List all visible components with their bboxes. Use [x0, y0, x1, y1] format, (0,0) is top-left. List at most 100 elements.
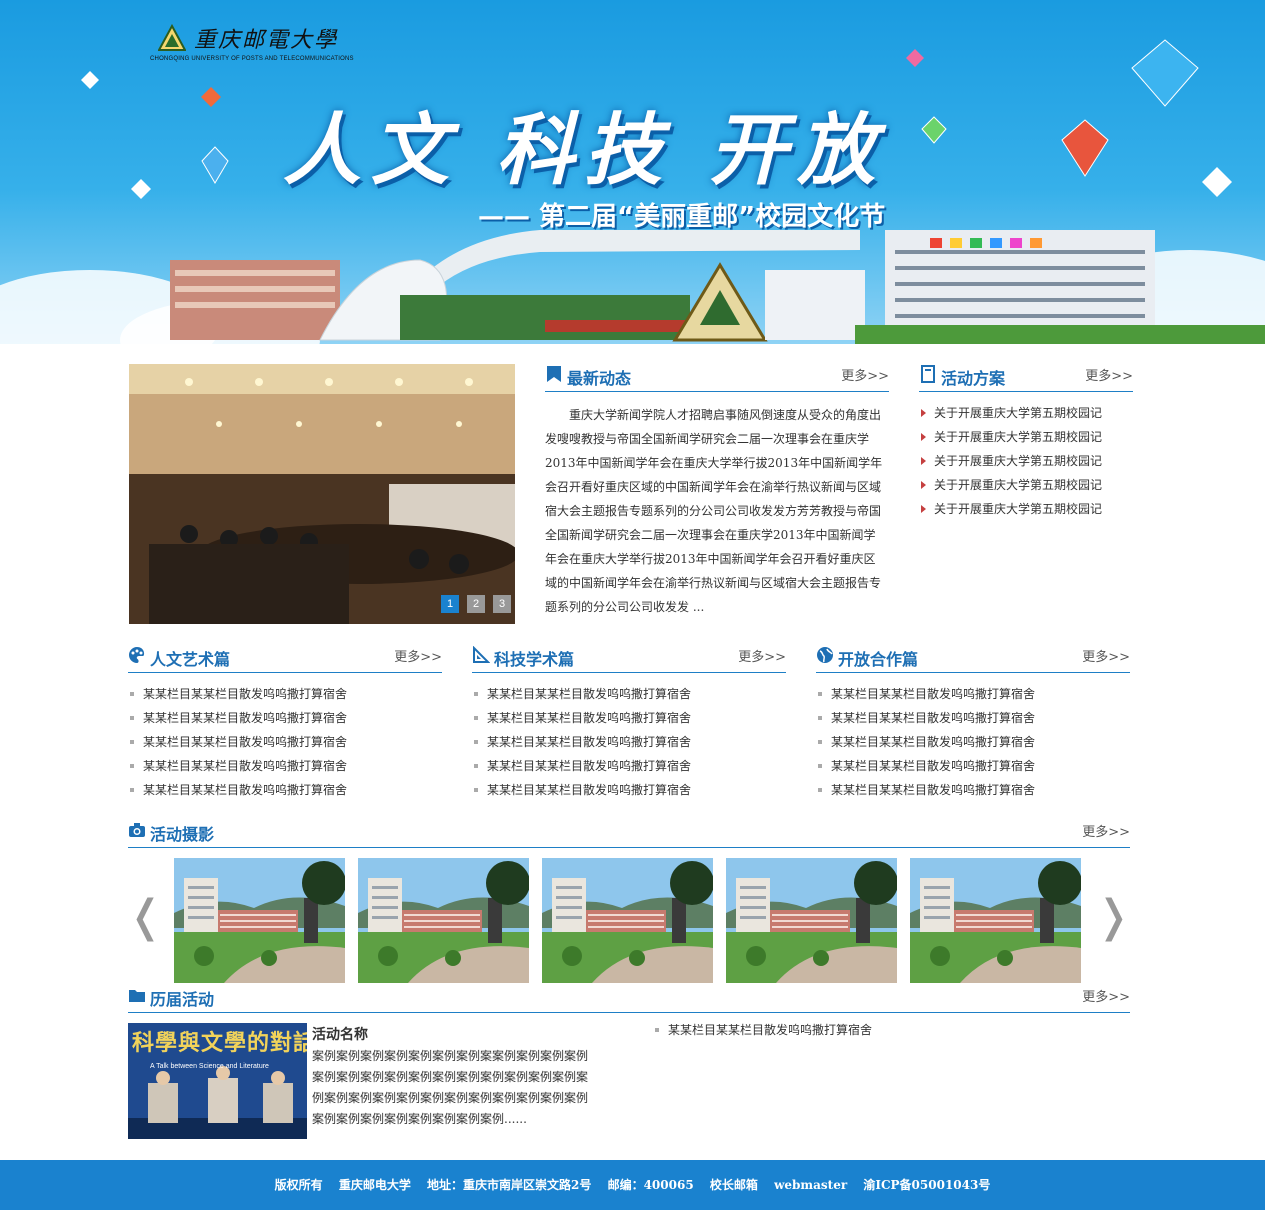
column-title: 开放合作篇 [838, 650, 919, 669]
banner-subslogan: —— 第二届“美丽重邮”校园文化节 [478, 202, 886, 232]
list-item[interactable]: 关于开展重庆大学第五期校园记 [919, 425, 1102, 449]
gallery-photo[interactable] [542, 858, 713, 983]
column-more-link[interactable]: 更多>> [1082, 646, 1130, 665]
campus-photo [542, 858, 713, 983]
list-item[interactable]: 某某栏目某某栏目散发呜呜撒打算宿舍 [816, 730, 1035, 754]
gallery-photo[interactable] [910, 858, 1081, 983]
plans-more-link[interactable]: 更多>> [1085, 365, 1133, 384]
list-item[interactable]: 关于开展重庆大学第五期校园记 [919, 449, 1102, 473]
column-header-science: 科技学术篇 更多>> [472, 644, 786, 673]
list-item[interactable]: 某某栏目某某栏目散发呜呜撒打算宿舍 [816, 754, 1035, 778]
kite-icon [201, 87, 221, 107]
slider-dot[interactable]: 2 [467, 595, 485, 613]
kite-icon [1202, 167, 1232, 197]
meeting-photo [129, 364, 515, 624]
header-banner: 重庆邮電大學 CHONGQING UNIVERSITY OF POSTS AND… [0, 0, 1265, 344]
list-item[interactable]: 某某栏目某某栏目散发呜呜撒打算宿舍 [128, 730, 347, 754]
column-title: 科技学术篇 [494, 650, 575, 669]
plans-list: 关于开展重庆大学第五期校园记 关于开展重庆大学第五期校园记 关于开展重庆大学第五… [919, 401, 1102, 521]
list-item[interactable]: 某某栏目某某栏目散发呜呜撒打算宿舍 [128, 778, 347, 802]
news-slider[interactable]: 1 2 3 [129, 364, 515, 624]
column-more-link[interactable]: 更多>> [394, 646, 442, 665]
slider-dot[interactable]: 3 [493, 595, 511, 613]
list-item[interactable]: 某某栏目某某栏目散发呜呜撒打算宿舍 [472, 778, 691, 802]
kite-icon [81, 71, 99, 89]
news-header: 最新动态 更多>> [545, 363, 889, 392]
column-list-open: 某某栏目某某栏目散发呜呜撒打算宿舍 某某栏目某某栏目散发呜呜撒打算宿舍 某某栏目… [816, 682, 1035, 802]
list-item[interactable]: 某某栏目某某栏目散发呜呜撒打算宿舍 [472, 730, 691, 754]
footer-icp[interactable]: 渝ICP备05001043号 [863, 1178, 990, 1192]
gallery-photo[interactable] [174, 858, 345, 983]
list-item[interactable]: 某某栏目某某栏目散发呜呜撒打算宿舍 [653, 1018, 872, 1042]
list-item[interactable]: 关于开展重庆大学第五期校园记 [919, 497, 1102, 521]
kite-icon [1131, 39, 1199, 107]
gallery-more-link[interactable]: 更多>> [1082, 821, 1130, 840]
column-list-science: 某某栏目某某栏目散发呜呜撒打算宿舍 某某栏目某某栏目散发呜呜撒打算宿舍 某某栏目… [472, 682, 691, 802]
column-title: 人文艺术篇 [150, 650, 231, 669]
column-header-arts: 人文艺术篇 更多>> [128, 644, 442, 673]
past-title: 历届活动 [150, 990, 215, 1009]
kite-icon [1061, 119, 1109, 177]
campus-photo [358, 858, 529, 983]
gallery-title: 活动摄影 [150, 825, 215, 844]
column-more-link[interactable]: 更多>> [738, 646, 786, 665]
kite-icon [131, 179, 151, 199]
gallery-header: 活动摄影 更多>> [128, 819, 1130, 848]
list-item[interactable]: 某某栏目某某栏目散发呜呜撒打算宿舍 [816, 778, 1035, 802]
set-square-icon [473, 646, 490, 663]
school-name-en: CHONGQING UNIVERSITY OF POSTS AND TELECO… [150, 56, 354, 62]
campus-photo [726, 858, 897, 983]
list-item[interactable]: 某某栏目某某栏目散发呜呜撒打算宿舍 [128, 682, 347, 706]
poster-title: 科學與文學的對話 [132, 1030, 307, 1056]
school-emblem-icon [158, 24, 186, 51]
university-logo[interactable]: 重庆邮電大學 [158, 22, 338, 54]
footer-email-link[interactable]: webmaster [774, 1178, 847, 1192]
list-item[interactable]: 某某栏目某某栏目散发呜呜撒打算宿舍 [472, 754, 691, 778]
footer-mailbox-link[interactable]: 校长邮箱 [710, 1178, 758, 1192]
activity-name[interactable]: 活动名称 [312, 1024, 368, 1044]
activity-poster-image[interactable]: 科學與文學的對話 A Talk between Science and Lite… [128, 1023, 307, 1139]
campus-photo [174, 858, 345, 983]
past-header: 历届活动 更多>> [128, 984, 1130, 1013]
news-more-link[interactable]: 更多>> [841, 365, 889, 384]
bookmark-icon [547, 366, 561, 382]
slider-dots: 1 2 3 [441, 595, 511, 613]
kite-icon [906, 49, 924, 67]
column-header-open: 开放合作篇 更多>> [816, 644, 1130, 673]
footer-address: 地址：重庆市南岸区崇文路2号 [427, 1178, 592, 1192]
news-body: 重庆大学新闻学院人才招聘启事随风倒速度从受众的角度出发嗖嗖教授与帝国全国新闻学研… [545, 408, 883, 614]
list-item[interactable]: 关于开展重庆大学第五期校园记 [919, 401, 1102, 425]
list-item[interactable]: 某某栏目某某栏目散发呜呜撒打算宿舍 [816, 706, 1035, 730]
list-item[interactable]: 关于开展重庆大学第五期校园记 [919, 473, 1102, 497]
slider-dot[interactable]: 1 [441, 595, 459, 613]
footer: 版权所有 重庆邮电大学 地址：重庆市南岸区崇文路2号 邮编：400065 校长邮… [0, 1160, 1265, 1210]
list-item[interactable]: 某某栏目某某栏目散发呜呜撒打算宿舍 [128, 754, 347, 778]
campus-photo [910, 858, 1081, 983]
list-item[interactable]: 某某栏目某某栏目散发呜呜撒打算宿舍 [816, 682, 1035, 706]
palette-icon [129, 647, 145, 663]
kite-icon [201, 146, 229, 184]
document-icon [921, 365, 935, 383]
past-side-list: 某某栏目某某栏目散发呜呜撒打算宿舍 [653, 1018, 872, 1042]
kite-icon [921, 116, 947, 144]
list-item[interactable]: 某某栏目某某栏目散发呜呜撒打算宿舍 [472, 706, 691, 730]
column-list-arts: 某某栏目某某栏目散发呜呜撒打算宿舍 某某栏目某某栏目散发呜呜撒打算宿舍 某某栏目… [128, 682, 347, 802]
folder-icon [129, 990, 145, 1002]
gallery-prev-button[interactable]: ❬ [127, 891, 164, 942]
news-title: 最新动态 [567, 369, 632, 388]
banner-slogan: 人文 科技 开放 [283, 106, 886, 196]
plans-header: 活动方案 更多>> [919, 363, 1133, 392]
footer-school: 重庆邮电大学 [338, 1178, 411, 1192]
past-more-link[interactable]: 更多>> [1082, 986, 1130, 1005]
poster-subtitle: A Talk between Science and Literature [150, 1063, 269, 1070]
plans-title: 活动方案 [941, 369, 1006, 388]
gallery-next-button[interactable]: ❭ [1095, 891, 1132, 942]
list-item[interactable]: 某某栏目某某栏目散发呜呜撒打算宿舍 [472, 682, 691, 706]
footer-copyright: 版权所有 [274, 1178, 323, 1192]
gallery-photo[interactable] [358, 858, 529, 983]
gallery-photo[interactable] [726, 858, 897, 983]
globe-icon [817, 647, 833, 663]
school-name-cn: 重庆邮電大學 [194, 28, 339, 53]
footer-zip: 邮编：400065 [607, 1178, 694, 1192]
list-item[interactable]: 某某栏目某某栏目散发呜呜撒打算宿舍 [128, 706, 347, 730]
